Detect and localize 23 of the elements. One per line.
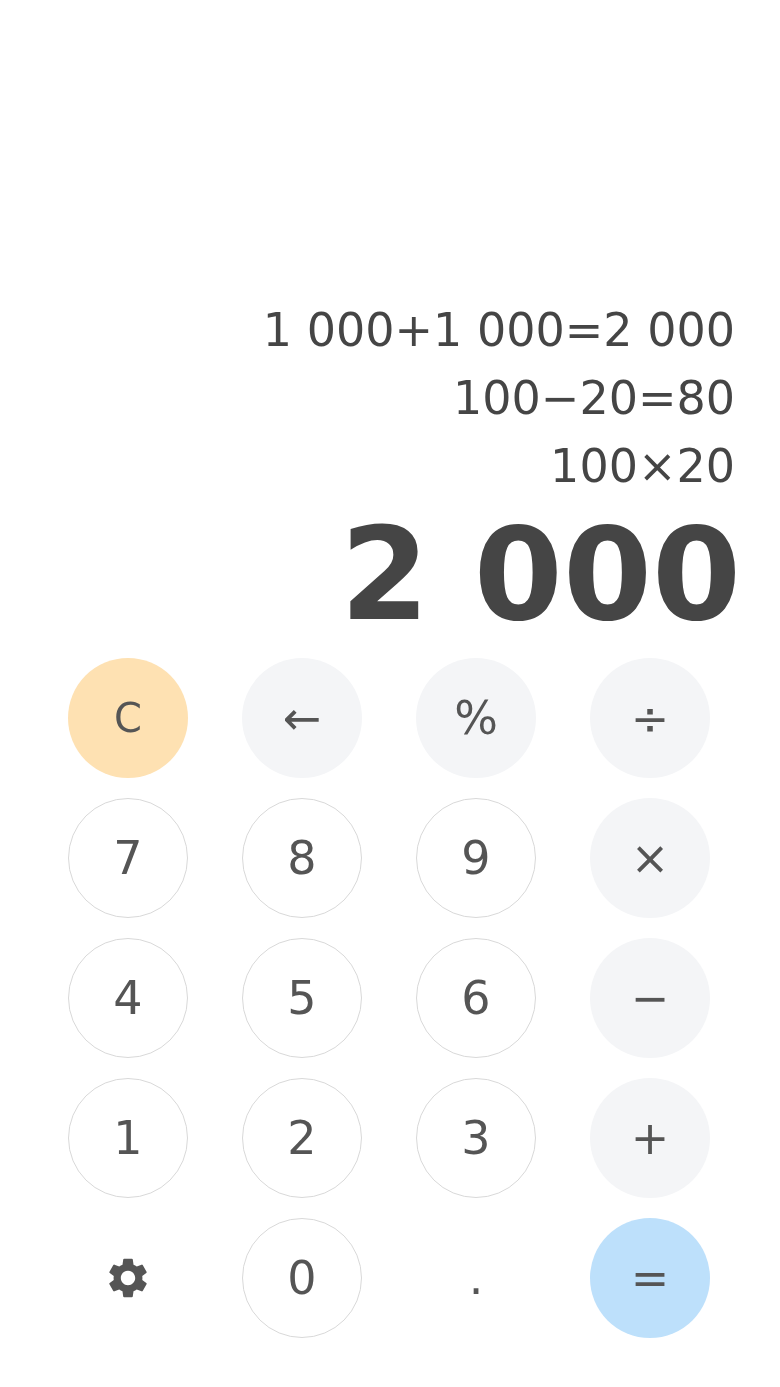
operator-key[interactable]: − xyxy=(590,938,710,1058)
equals-button[interactable]: = xyxy=(590,1218,710,1338)
operator-key[interactable]: + xyxy=(590,1078,710,1198)
digit-key[interactable]: 0 xyxy=(242,1218,362,1338)
history-line: 1 000+1 000=2 000 xyxy=(262,302,735,359)
decimal-key[interactable]: . xyxy=(416,1218,536,1338)
operator-key[interactable]: % xyxy=(416,658,536,778)
digit-key[interactable]: 9 xyxy=(416,798,536,918)
result-value: 2 000 xyxy=(340,500,741,650)
digit-key[interactable]: 8 xyxy=(242,798,362,918)
clear-button[interactable]: C xyxy=(68,658,188,778)
operator-key[interactable]: ÷ xyxy=(590,658,710,778)
digit-key[interactable]: 4 xyxy=(68,938,188,1058)
digit-key[interactable]: 6 xyxy=(416,938,536,1058)
history-line: 100−20=80 xyxy=(453,370,735,427)
digit-key[interactable]: 3 xyxy=(416,1078,536,1198)
operator-key[interactable]: ← xyxy=(242,658,362,778)
history-line: 100×20 xyxy=(550,438,735,495)
digit-key[interactable]: 7 xyxy=(68,798,188,918)
operator-key[interactable]: × xyxy=(590,798,710,918)
digit-key[interactable]: 5 xyxy=(242,938,362,1058)
digit-key[interactable]: 2 xyxy=(242,1078,362,1198)
digit-key[interactable]: 1 xyxy=(68,1078,188,1198)
